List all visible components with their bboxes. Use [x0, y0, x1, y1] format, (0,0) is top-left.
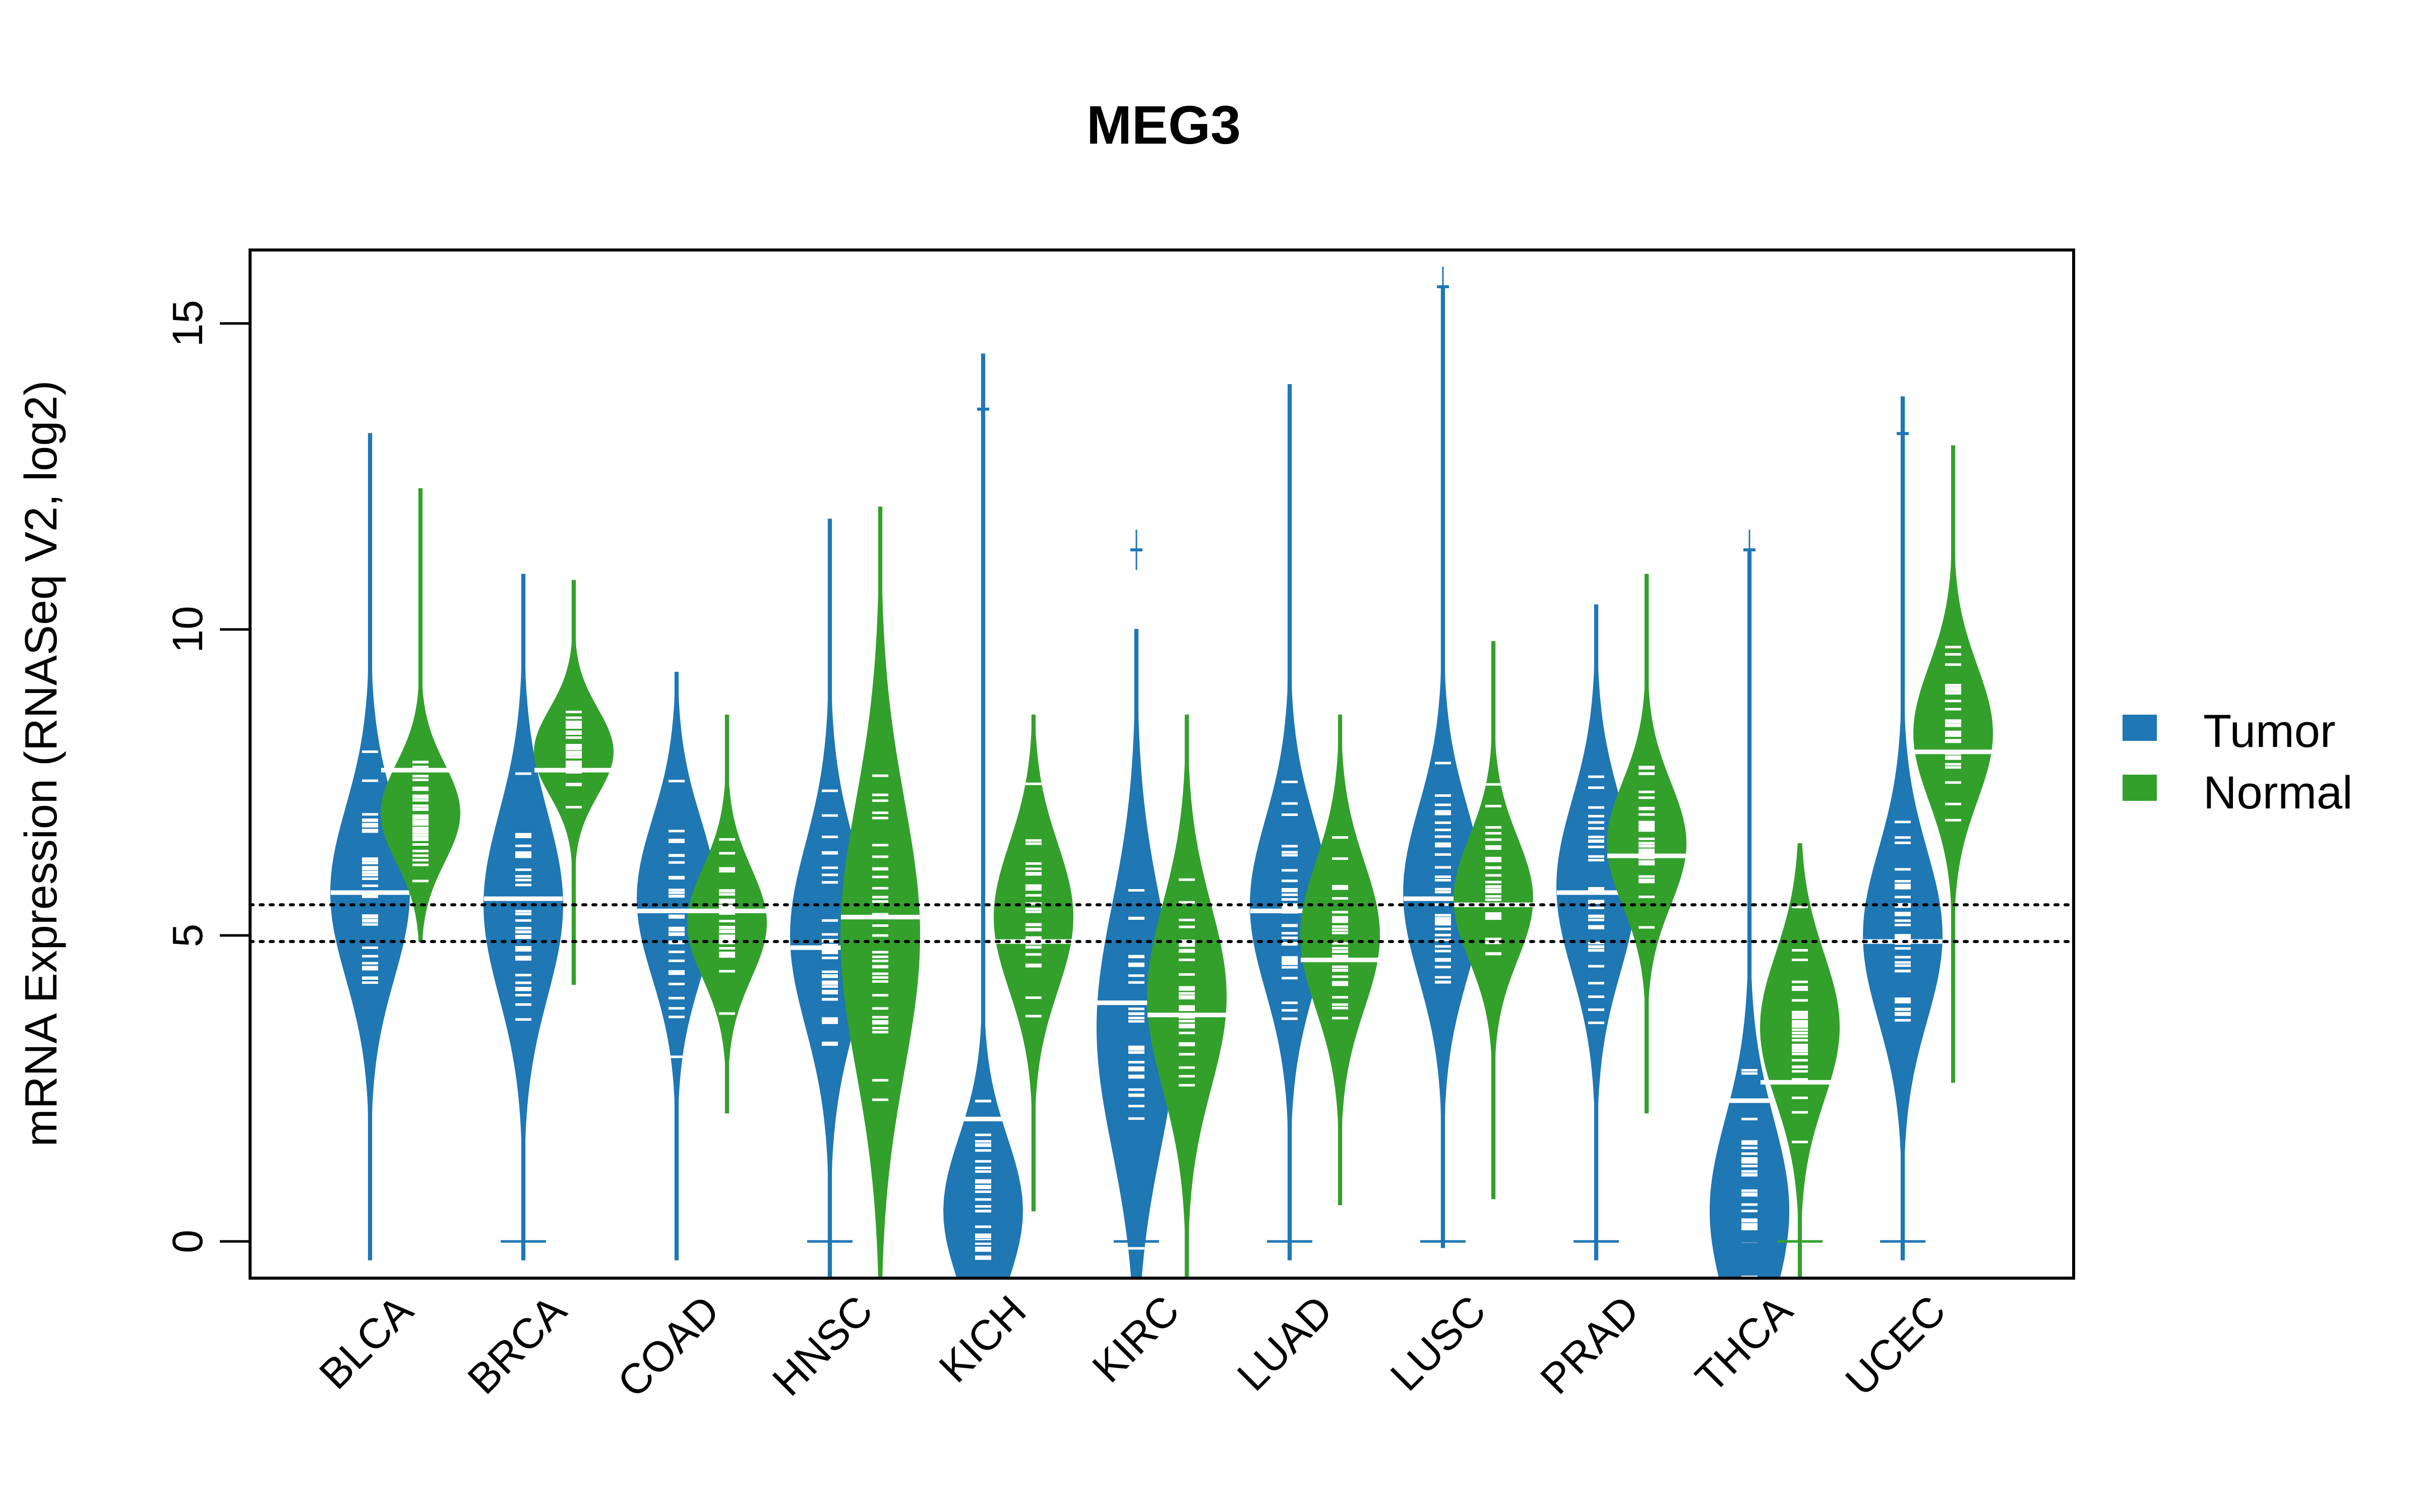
- legend-swatch-tumor: [2123, 715, 2157, 741]
- legend-label-tumor: Tumor: [2203, 706, 2335, 757]
- beanplot-chart: MEG3 mRNA Expression (RNASeq V2, log2) 0…: [0, 0, 2420, 1512]
- legend-swatch-normal: [2123, 775, 2157, 801]
- y-tick-label: 5: [164, 924, 211, 948]
- y-tick-label: 0: [164, 1230, 211, 1253]
- legend-label-normal: Normal: [2203, 767, 2352, 818]
- chart-title: MEG3: [1086, 94, 1241, 155]
- y-axis-label: mRNA Expression (RNASeq V2, log2): [16, 381, 67, 1147]
- y-tick-label: 10: [164, 606, 211, 653]
- y-tick-label: 15: [164, 300, 211, 347]
